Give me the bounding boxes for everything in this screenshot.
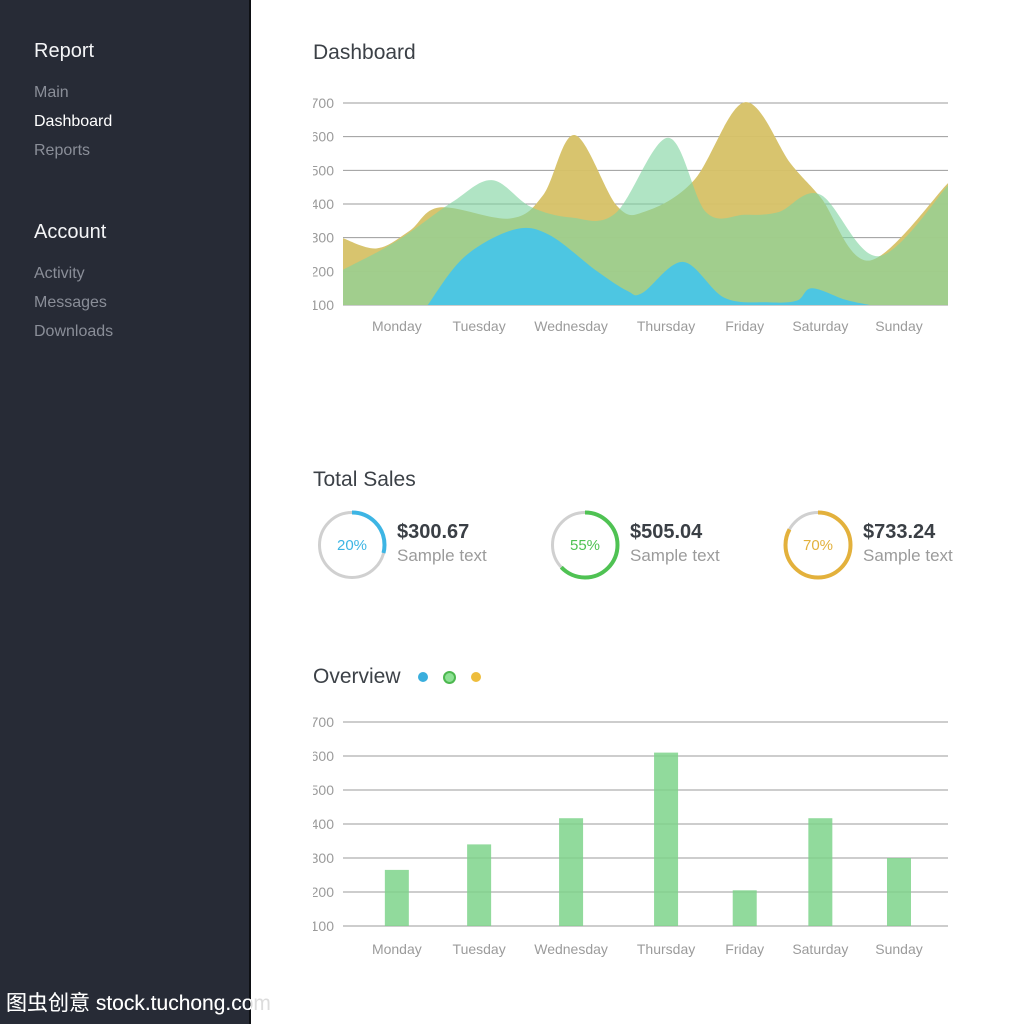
total-sales-title: Total Sales [313,466,416,494]
watermark: 图虫创意 stock.tuchong.com 图虫创意 stock.tuchon… [6,991,271,1017]
sales-caption: Sample text [863,544,953,567]
svg-text:Saturday: Saturday [792,941,848,957]
svg-text:Tuesday: Tuesday [453,941,506,957]
svg-text:Wednesday: Wednesday [534,941,608,957]
sidebar-section-account: Account Activity Messages Downloads [34,219,249,346]
sales-card: 70% $733.24 Sample text [782,509,1015,581]
legend-dot-green [443,671,456,684]
legend-dot-yellow [471,672,481,682]
svg-text:500: 500 [313,782,334,798]
svg-text:Monday: Monday [372,941,422,957]
sidebar-item-downloads[interactable]: Downloads [34,317,249,346]
sales-value: $505.04 [630,520,720,544]
sidebar: Report Main Dashboard Reports Account Ac… [0,0,251,1024]
page-title: Dashboard [313,39,416,67]
svg-text:400: 400 [313,196,334,212]
overview-title: Overview [313,663,401,691]
sidebar-item-dashboard[interactable]: Dashboard [34,107,249,136]
svg-text:700: 700 [313,714,334,730]
total-sales-cards: 20% $300.67 Sample text 55% $505.04 Samp… [316,509,1015,581]
svg-text:600: 600 [313,748,334,764]
sales-caption: Sample text [397,544,487,567]
sales-card: 55% $505.04 Sample text [549,509,782,581]
percent-label: 70% [782,509,854,581]
progress-ring: 20% [316,509,388,581]
sales-value: $300.67 [397,520,487,544]
svg-text:Sunday: Sunday [875,318,922,334]
overview-legend [418,671,481,684]
legend-dot-blue [418,672,428,682]
svg-text:200: 200 [313,263,334,279]
svg-text:300: 300 [313,230,334,246]
svg-text:Wednesday: Wednesday [534,318,608,334]
svg-text:100: 100 [313,918,334,934]
svg-text:Thursday: Thursday [637,318,695,334]
sidebar-section-title: Report [34,38,249,64]
weekly-area-chart: 100 200 300 400 500 600 700 Monday Tuesday Wednes… [313,90,963,345]
sales-caption: Sample text [630,544,720,567]
svg-text:Sunday: Sunday [875,941,922,957]
sidebar-item-activity[interactable]: Activity [34,259,249,288]
svg-text:600: 600 [313,129,334,145]
percent-label: 20% [316,509,388,581]
svg-text:Saturday: Saturday [792,318,848,334]
svg-text:100: 100 [313,297,334,313]
dashboard-app: Report Main Dashboard Reports Account Ac… [0,0,1023,1024]
svg-text:500: 500 [313,162,334,178]
svg-text:300: 300 [313,850,334,866]
percent-label: 55% [549,509,621,581]
sales-value: $733.24 [863,520,953,544]
svg-text:Monday: Monday [372,318,422,334]
svg-text:Tuesday: Tuesday [453,318,506,334]
svg-text:700: 700 [313,95,334,111]
svg-text:200: 200 [313,884,334,900]
watermark-text: 图虫创意 stock.tuchong.com [6,991,271,1017]
svg-text:Friday: Friday [725,941,764,957]
progress-ring: 55% [549,509,621,581]
sidebar-item-main[interactable]: Main [34,78,249,107]
sales-card: 20% $300.67 Sample text [316,509,549,581]
overview-bar-chart: 100 200 300 400 500 600 700 Monday Tuesday Wednes… [313,710,963,970]
svg-text:Thursday: Thursday [637,941,695,957]
sidebar-item-messages[interactable]: Messages [34,288,249,317]
progress-ring: 70% [782,509,854,581]
svg-text:400: 400 [313,816,334,832]
sidebar-section-report: Report Main Dashboard Reports [34,38,249,165]
svg-text:Friday: Friday [725,318,764,334]
sidebar-item-reports[interactable]: Reports [34,136,249,165]
sidebar-section-title: Account [34,219,249,245]
